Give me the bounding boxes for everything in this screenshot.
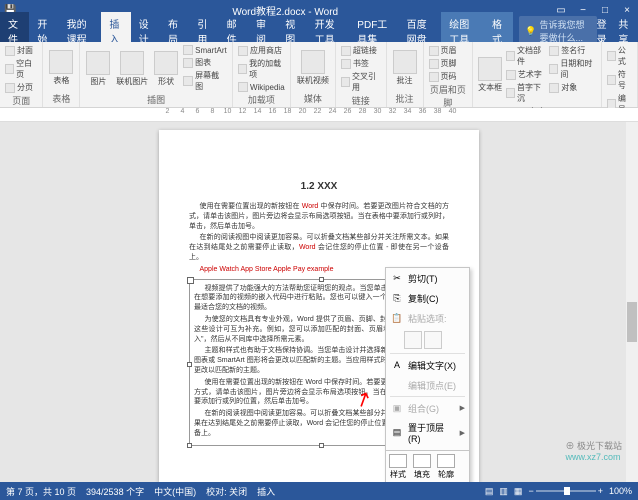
word-count[interactable]: 394/2538 个字 — [86, 485, 144, 498]
group-links: 链接 — [340, 94, 382, 107]
cover-page-button[interactable]: 封面 — [4, 44, 38, 57]
zoom-in-icon[interactable]: + — [598, 486, 603, 496]
zoom-thumb[interactable] — [564, 487, 570, 495]
footer-button[interactable]: 页脚 — [428, 57, 469, 70]
paste-option-1[interactable] — [404, 331, 422, 349]
ribbon-options-icon[interactable]: ▭ — [554, 3, 568, 17]
cm-copy[interactable]: ⎘复制(C) — [386, 288, 469, 308]
group-icon: ▣ — [390, 401, 404, 415]
myaddins-button[interactable]: 我的加载项 — [237, 57, 286, 81]
view-print-icon[interactable]: ▤ — [485, 486, 494, 497]
pictures-button[interactable]: 图片 — [84, 44, 112, 93]
textbox-button[interactable]: 文本框 — [477, 44, 503, 105]
style-button[interactable]: 样式 — [389, 454, 407, 480]
sigline-button[interactable]: 签名行 — [548, 44, 597, 57]
menubar: 文件 开始 我的课程 插入 设计 布局 引用 邮件 审阅 视图 开发工具 PDF… — [0, 20, 638, 42]
group-pages: 页面 — [4, 94, 38, 107]
smartart-button[interactable]: SmartArt — [182, 44, 228, 56]
cm-group: ▣组合(G)▶ — [386, 398, 469, 418]
insert-mode[interactable]: 插入 — [257, 485, 275, 498]
cm-bring-front[interactable]: ▤置于顶层(R)▶ — [386, 418, 469, 447]
maximize-icon[interactable]: □ — [598, 3, 612, 17]
hyperlink-button[interactable]: 超链接 — [340, 44, 382, 57]
blank-page-button[interactable]: 空白页 — [4, 57, 38, 81]
paste-icon: 📋 — [390, 311, 404, 325]
bring-front-icon: ▤ — [390, 426, 404, 440]
zoom-level[interactable]: 100% — [609, 486, 632, 496]
view-read-icon[interactable]: ▥ — [499, 486, 508, 497]
zoom-out-icon[interactable]: − — [528, 486, 533, 496]
table-button[interactable]: 表格 — [47, 44, 75, 92]
cut-icon: ✂ — [390, 271, 404, 285]
document-area[interactable]: 1.2 XXX 使用在需要位置出现的新按钮在 Word 中保存时间。若要更改图片… — [0, 122, 638, 482]
paste-option-2[interactable] — [424, 331, 442, 349]
page-break-button[interactable]: 分页 — [4, 81, 38, 94]
group-media: 媒体 — [295, 92, 331, 105]
screenshot-button[interactable]: 屏幕截图 — [182, 69, 228, 93]
close-icon[interactable]: × — [620, 3, 634, 17]
online-pictures-button[interactable]: 联机图片 — [114, 44, 150, 93]
edit-text-icon: A — [390, 358, 404, 372]
pagenum-button[interactable]: 页码 — [428, 70, 469, 83]
symbol-button[interactable]: 符号 — [606, 68, 633, 92]
scrollbar-thumb[interactable] — [627, 302, 637, 342]
equation-button[interactable]: 公式 — [606, 44, 633, 68]
resize-handle[interactable] — [187, 443, 192, 448]
body-paragraph: 在新的阅读视图中阅读更加容易。可以折叠文档某些部分并关注所需文本。如果在达到结尾… — [189, 233, 449, 262]
group-headerfooter: 页眉和页脚 — [428, 83, 469, 109]
zoom-slider[interactable]: − + — [528, 486, 603, 496]
wikipedia-button[interactable]: Wikipedia — [237, 81, 286, 93]
crossref-button[interactable]: 交叉引用 — [340, 70, 382, 94]
fill-button[interactable]: 填充 — [413, 454, 431, 480]
chart-button[interactable]: 图表 — [182, 56, 228, 69]
group-tables: 表格 — [47, 92, 75, 105]
cm-paste-label: 📋粘贴选项: — [386, 308, 469, 328]
quickparts-button[interactable]: 文档部件 — [505, 44, 546, 68]
resize-handle[interactable] — [319, 277, 324, 282]
group-comments: 批注 — [391, 92, 419, 105]
vertical-scrollbar[interactable] — [626, 122, 638, 482]
wordart-button[interactable]: 艺术字 — [505, 68, 546, 81]
mini-toolbar: 样式 填充 轮廓 — [385, 450, 470, 482]
outline-button[interactable]: 轮廓 — [437, 454, 455, 480]
online-video-button[interactable]: 联机视频 — [295, 44, 331, 92]
bookmark-button[interactable]: 书签 — [340, 57, 382, 70]
statusbar: 第 7 页，共 10 页 394/2538 个字 中文(中国) 校对: 关闭 插… — [0, 482, 638, 500]
shapes-button[interactable]: 形状 — [152, 44, 180, 93]
group-illustrations: 插图 — [84, 93, 228, 106]
cm-paste-options — [386, 328, 469, 352]
cm-cut[interactable]: ✂剪切(T) — [386, 268, 469, 288]
minimize-icon[interactable]: − — [576, 3, 590, 17]
lightbulb-icon: 💡 — [525, 26, 536, 37]
copy-icon: ⎘ — [390, 291, 404, 305]
comment-button[interactable]: 批注 — [391, 44, 419, 92]
language-indicator[interactable]: 中文(中国) — [154, 485, 196, 498]
body-paragraph: 使用在需要位置出现的新按钮在 Word 中保存时间。若要更改图片符合文档的方式，… — [189, 202, 449, 231]
header-button[interactable]: 页眉 — [428, 44, 469, 57]
watermark: ⊕ 极光下载站 www.xz7.com — [565, 439, 622, 462]
group-addins: 加载项 — [237, 93, 286, 106]
cm-edit-points: 编辑顶点(E) — [386, 375, 469, 395]
resize-handle[interactable] — [187, 362, 192, 367]
proofing-indicator[interactable]: 校对: 关闭 — [206, 485, 247, 498]
page-indicator[interactable]: 第 7 页，共 10 页 — [6, 485, 76, 498]
cm-edit-text[interactable]: A编辑文字(X) — [386, 355, 469, 375]
store-button[interactable]: 应用商店 — [237, 44, 286, 57]
view-web-icon[interactable]: ▦ — [514, 486, 523, 497]
ribbon: 封面 空白页 分页 页面 表格 表格 图片 联机图片 形状 SmartArt 图… — [0, 42, 638, 108]
heading: 1.2 XXX — [189, 180, 449, 194]
object-button[interactable]: 对象 — [548, 81, 597, 94]
resize-handle[interactable] — [319, 443, 324, 448]
ruler[interactable]: 246810121416182022242628303234363840 — [0, 108, 638, 122]
datetime-button[interactable]: 日期和时间 — [548, 57, 597, 81]
dropcap-button[interactable]: 首字下沉 — [505, 81, 546, 105]
